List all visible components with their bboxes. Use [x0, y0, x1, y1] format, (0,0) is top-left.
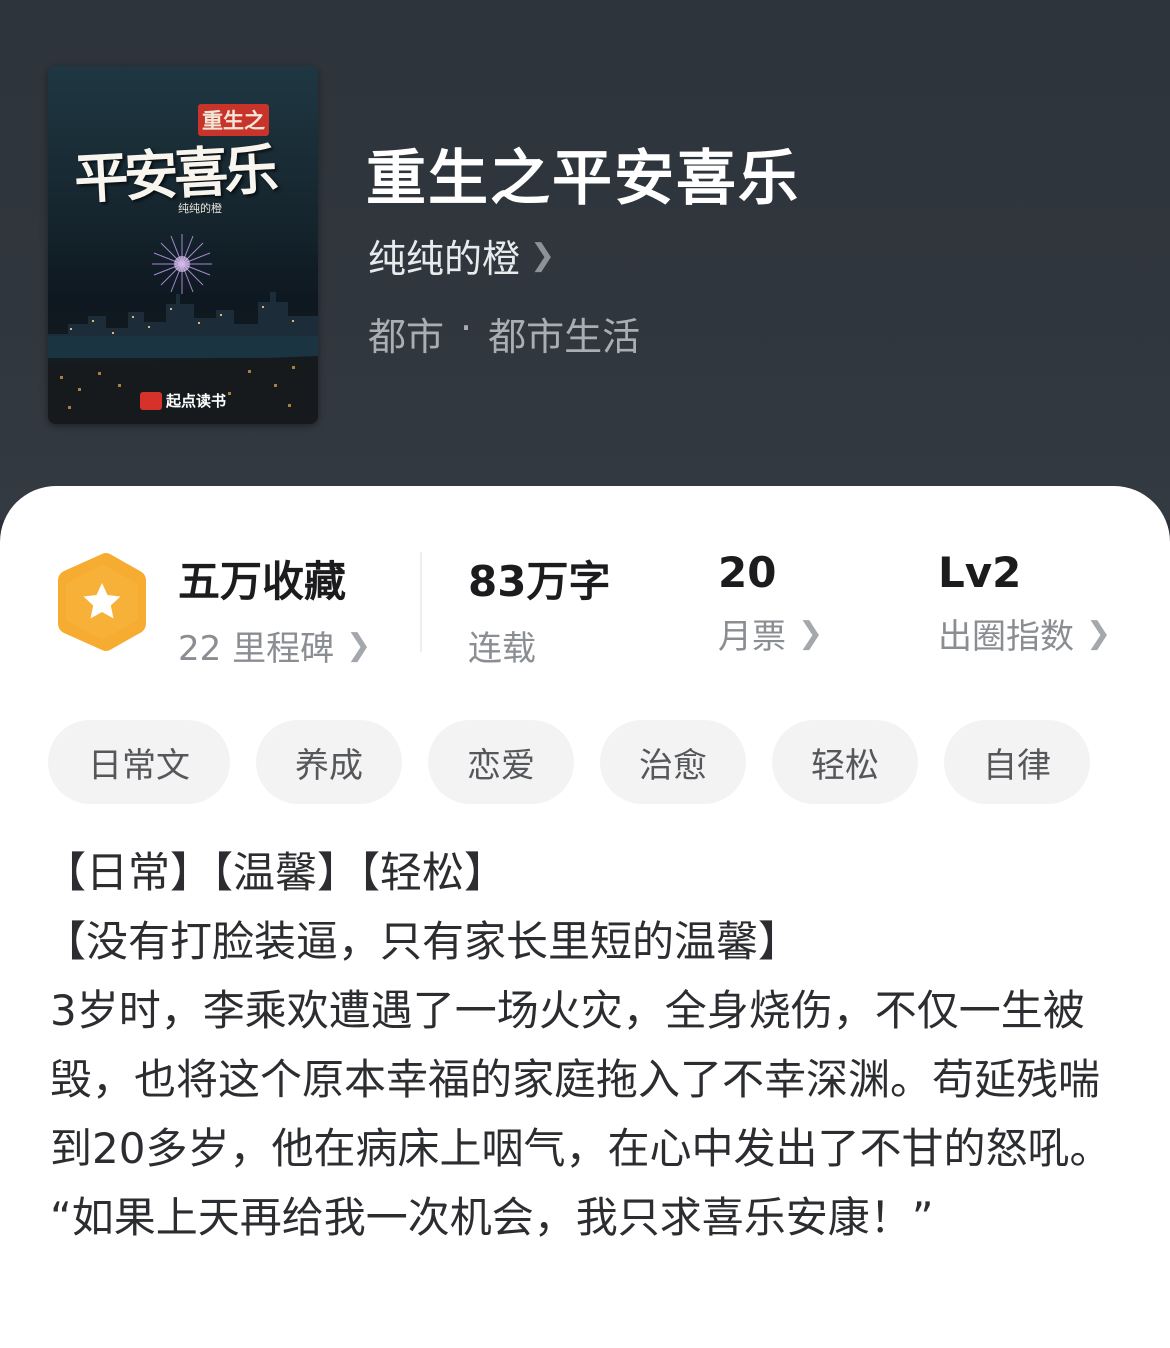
chevron-right-icon: ❯: [798, 616, 824, 651]
monthly-votes-stat[interactable]: 20 月票 ❯: [718, 548, 823, 658]
chevron-right-icon: ❯: [1086, 616, 1112, 651]
cover-art: [48, 234, 318, 424]
publisher-logo-icon: [140, 391, 162, 410]
tag-list: 日常文 养成 恋爱 治愈 轻松 自律: [48, 720, 1090, 804]
book-header: 重生之 平安喜乐 纯纯的橙 起点读书 重生之平安喜乐 纯纯的橙 ❯ 都市 · 都…: [0, 0, 1170, 520]
cover-author: 纯纯的橙: [178, 202, 222, 215]
book-description[interactable]: 【日常】【温馨】【轻松】 【没有打脸装逼，只有家长里短的温馨】 3岁时，李乘欢遭…: [44, 838, 1134, 1252]
tag-chip[interactable]: 治愈: [600, 720, 746, 804]
tag-chip[interactable]: 轻松: [772, 720, 918, 804]
monthly-votes-label: 月票: [718, 617, 786, 657]
description-paragraph: 3岁时，李乘欢遭遇了一场火灾，全身烧伤，不仅一生被毁，也将这个原本幸福的家庭拖入…: [50, 986, 1112, 1173]
tag-chip[interactable]: 养成: [256, 720, 402, 804]
tag-chip[interactable]: 自律: [944, 720, 1090, 804]
author-link[interactable]: 纯纯的橙 ❯: [368, 228, 555, 283]
genre-row: 都市 · 都市生活: [368, 306, 640, 361]
collection-stat[interactable]: 五万收藏 22 里程碑 ❯: [178, 548, 371, 670]
description-line: 【日常】【温馨】【轻松】: [44, 848, 507, 897]
cover-publisher-label: 起点读书: [166, 392, 227, 410]
genre-main[interactable]: 都市: [368, 306, 444, 361]
word-count-stat: 83万字 连载: [468, 548, 610, 670]
chevron-right-icon: ❯: [530, 238, 556, 273]
milestone-label: 22 里程碑: [178, 629, 335, 669]
genre-sub[interactable]: 都市生活: [488, 306, 640, 361]
cover-publisher: 起点读书: [140, 390, 226, 411]
tag-chip[interactable]: 恋爱: [428, 720, 574, 804]
stats-divider: [420, 552, 422, 652]
monthly-votes: 20: [718, 548, 777, 597]
serial-status: 连载: [468, 629, 536, 669]
tag-chip[interactable]: 日常文: [48, 720, 230, 804]
word-count: 83万字: [468, 557, 611, 606]
description-line: “如果上天再给我一次机会，我只求喜乐安康！”: [50, 1193, 934, 1242]
author-name: 纯纯的橙: [368, 237, 521, 281]
level-stat[interactable]: Lv2 出圈指数 ❯: [938, 548, 1111, 658]
book-title: 重生之平安喜乐: [366, 144, 800, 214]
star-hexagon-icon: [58, 553, 146, 651]
level-label: 出圈指数: [938, 617, 1074, 657]
chevron-right-icon: ❯: [346, 628, 372, 663]
description-line: 【没有打脸装逼，只有家长里短的温馨】: [44, 917, 801, 966]
collection-label: 五万收藏: [178, 557, 347, 606]
genre-separator: ·: [460, 306, 473, 350]
cover-title: 平安喜乐: [72, 136, 276, 212]
level-value: Lv2: [938, 548, 1022, 597]
book-cover[interactable]: 重生之 平安喜乐 纯纯的橙 起点读书: [48, 66, 318, 424]
